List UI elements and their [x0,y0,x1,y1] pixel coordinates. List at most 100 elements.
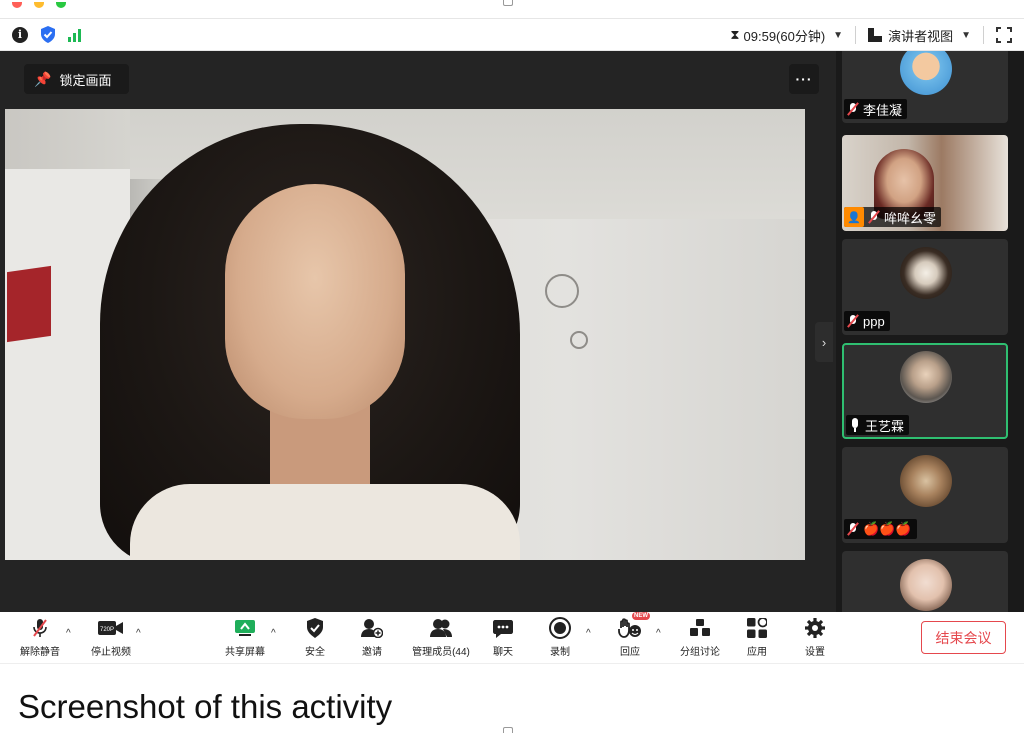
participant-tile[interactable]: 👤 哞哞幺零 [842,135,1008,231]
participant-name: 王艺霖 [865,418,905,434]
pin-icon: 📌 [34,70,52,87]
video-options-chevron-icon[interactable]: ^ [136,628,141,639]
meeting-area: 📌 锁定画面 ··· › 李佳凝 👤 哞哞幺零 ppp 王艺霖 🍎🍎🍎 [0,51,1024,612]
record-options-chevron-icon[interactable]: ^ [586,628,591,639]
collapse-sidebar-chevron-icon[interactable]: › [815,322,833,362]
participant-avatar [900,351,952,403]
participant-name: 李佳凝 [863,102,903,118]
mic-muted-icon [847,102,859,116]
security-label: 安全 [305,647,325,658]
participant-nameplate: ppp [844,311,890,331]
participant-tile[interactable]: ppp [842,239,1008,335]
participant-gallery[interactable]: 李佳凝 👤 哞哞幺零 ppp 王艺霖 🍎🍎🍎 [840,51,1010,612]
chat-bubble-icon [493,617,513,639]
reactions-label: 回应 [620,647,640,658]
encryption-shield-icon[interactable] [40,26,56,43]
minimize-window-button[interactable] [34,2,44,8]
unmute-label: 解除静音 [20,647,60,658]
video-resolution-badge: 720P [100,627,114,633]
lock-view-label: 锁定画面 [59,72,112,88]
participant-name: ppp [863,313,885,329]
share-screen-icon [234,617,256,639]
participant-nameplate: 🍎🍎🍎 [844,519,917,539]
participants-icon [429,617,453,639]
hourglass-icon: ⧗ [730,27,740,42]
participant-nameplate: 👤 哞哞幺零 [844,207,942,227]
participant-avatar [900,455,952,507]
unmute-button[interactable]: 解除静音 [5,617,75,658]
mic-on-icon [849,418,861,432]
speaker-view-icon [868,28,885,42]
apps-grid-icon [747,617,767,639]
meeting-toolbar: 解除静音 ^ 720P 停止视频 ^ 共享屏幕 ^ 安全 邀请 管理成员(44) [0,612,1024,664]
fullscreen-icon[interactable] [996,27,1012,43]
settings-label: 设置 [805,647,825,658]
participant-avatar [900,247,952,299]
wall-sticker [570,331,588,349]
view-mode-selector[interactable]: 演讲者视图 [888,26,953,45]
close-window-button[interactable] [12,2,22,8]
manage-participants-button[interactable]: 管理成员(44) [405,617,477,658]
meeting-status-bar: i ⧗ 09:59(60分钟) ▼ 演讲者视图 ▼ [0,18,1024,51]
invite-button[interactable]: 邀请 [337,617,407,658]
participant-nameplate: 王艺霖 [846,415,910,435]
wall-decoration [7,265,51,343]
participant-avatar [900,51,952,95]
more-options-button[interactable]: ··· [789,64,819,94]
participant-name: 哞哞幺零 [884,210,937,226]
breakout-rooms-label: 分组讨论 [680,647,720,658]
lock-view-button[interactable]: 📌 锁定画面 [24,64,129,94]
record-button[interactable]: 录制 [525,617,595,658]
mic-muted-icon [868,210,880,224]
share-screen-button[interactable]: 共享屏幕 [210,617,280,658]
screenshot-caption: Screenshot of this activity [18,688,393,725]
meeting-info-icon[interactable]: i [12,26,28,43]
view-dropdown-icon[interactable]: ▼ [961,30,971,41]
participant-avatar [900,559,952,611]
mic-muted-icon [847,314,859,328]
participant-tile[interactable]: 🍎🍎🍎 [842,447,1008,543]
record-label: 录制 [550,647,570,658]
network-signal-icon[interactable] [68,28,81,42]
new-feature-badge: NEW [632,612,650,620]
breakout-rooms-icon [690,617,710,639]
drag-handle-icon [503,0,513,6]
participant-tile[interactable] [842,551,1008,612]
active-speaker-video [5,109,805,560]
share-options-chevron-icon[interactable]: ^ [271,628,276,639]
wall-sticker [545,274,579,308]
participant-tile[interactable]: 李佳凝 [842,51,1008,123]
reactions-button[interactable]: NEW 回应 [595,612,665,658]
timer-dropdown-icon[interactable]: ▼ [833,30,843,41]
record-icon [549,617,571,639]
gear-icon [804,617,826,639]
participant-tile-active[interactable]: 王艺霖 [842,343,1008,439]
manage-participants-label: 管理成员(44) [412,647,470,658]
end-meeting-button[interactable]: 结束会议 [921,621,1006,654]
apps-label: 应用 [747,647,767,658]
main-video-stage: 📌 锁定画面 ··· [0,51,836,612]
zoom-window-button[interactable] [56,2,66,8]
invite-label: 邀请 [362,647,382,658]
mic-muted-icon [31,617,49,639]
settings-button[interactable]: 设置 [780,617,850,658]
window-title-strip [0,0,1024,18]
host-badge-icon: 👤 [844,207,864,227]
mic-muted-icon [847,522,859,536]
participant-nameplate: 李佳凝 [844,99,908,119]
shield-icon [306,617,324,639]
add-person-icon [361,617,383,639]
video-camera-icon: 720P [98,617,124,639]
reaction-options-chevron-icon[interactable]: ^ [656,628,661,639]
stop-video-label: 停止视频 [91,647,131,658]
chat-label: 聊天 [493,647,513,658]
speaker-person [100,124,520,560]
divider [983,26,984,44]
drag-handle-icon [503,727,513,733]
share-screen-label: 共享屏幕 [225,647,265,658]
meeting-timer[interactable]: 09:59(60分钟) [744,26,826,45]
audio-options-chevron-icon[interactable]: ^ [66,628,71,639]
divider [855,26,857,44]
participant-name: 🍎🍎🍎 [863,521,912,536]
reaction-hand-icon: NEW [618,612,650,639]
